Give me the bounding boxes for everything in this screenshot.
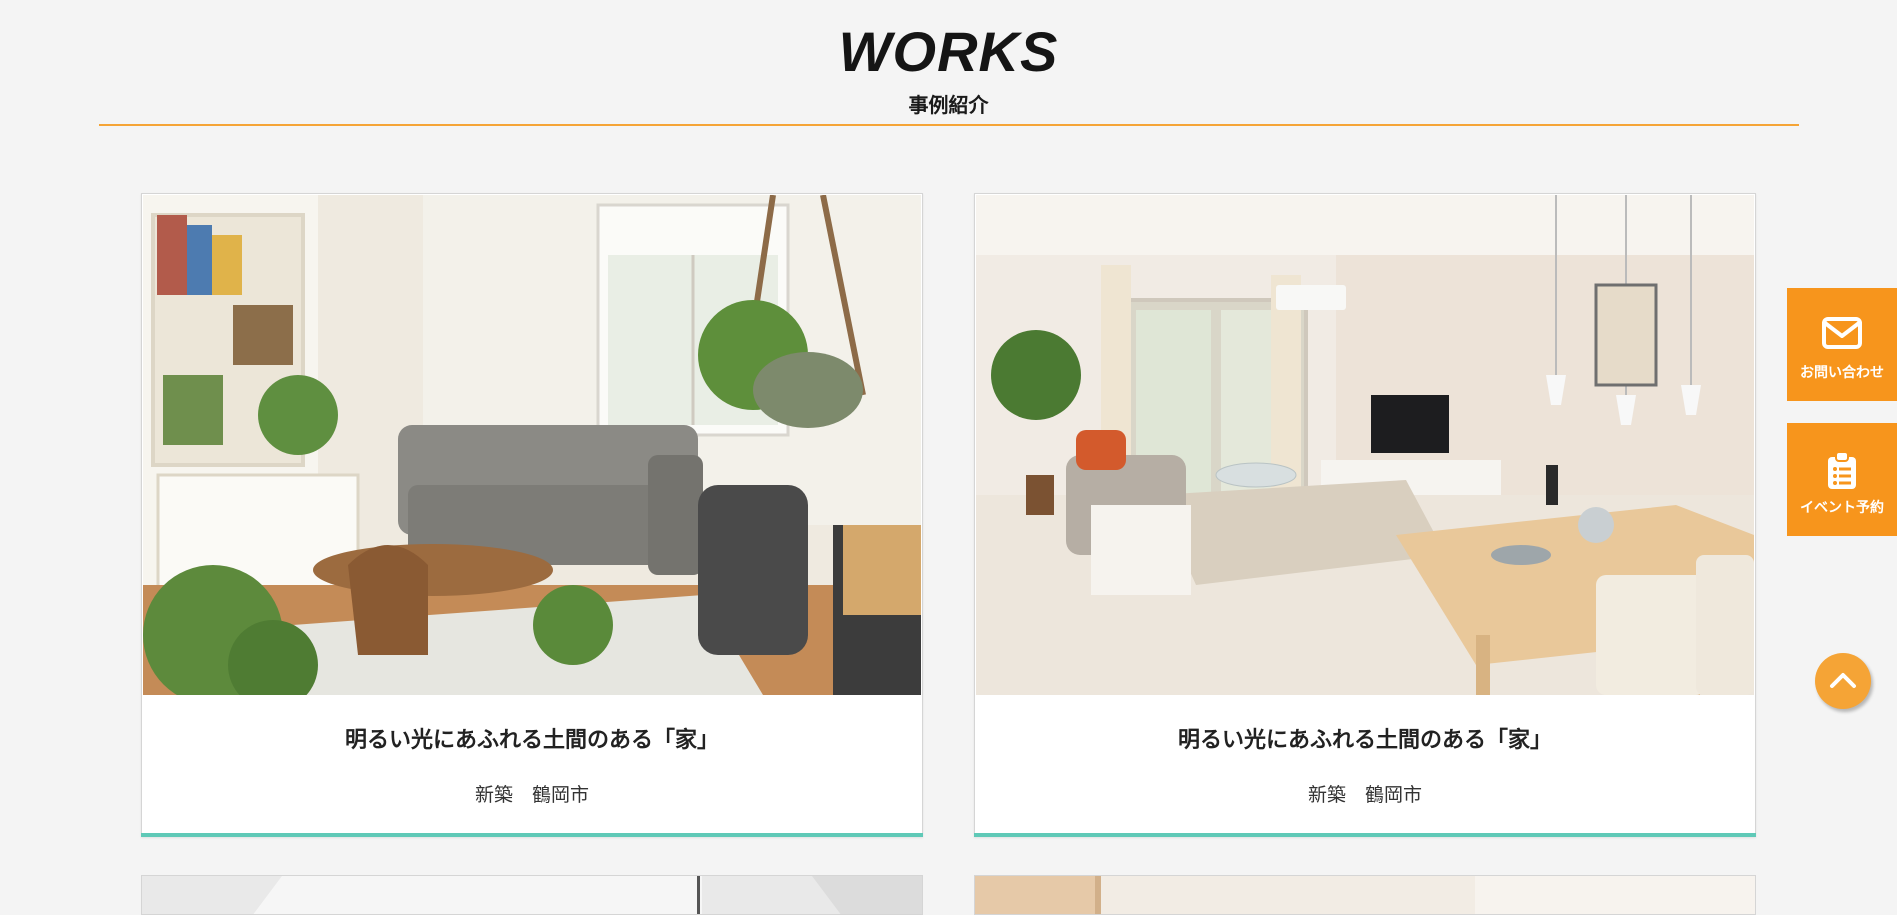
event-reservation-button[interactable]: イベント予約 [1787, 423, 1897, 536]
contact-button[interactable]: お問い合わせ [1787, 288, 1897, 401]
event-reservation-label: イベント予約 [1800, 500, 1884, 516]
work-photo-partial[interactable] [142, 876, 923, 915]
envelope-icon [1787, 316, 1897, 356]
card-underline [974, 833, 1756, 837]
work-meta: 新築 鶴岡市 [474, 784, 589, 806]
work-card[interactable]: 明るい光にあふれる土間のある「家」 新築 鶴岡市 [974, 193, 1756, 837]
card-underline [141, 833, 923, 837]
section-title: WORKS [838, 20, 1059, 83]
work-meta: 新築 鶴岡市 [1307, 784, 1422, 806]
work-photo-living-dining[interactable] [976, 195, 1754, 695]
work-photo-partial[interactable] [975, 876, 1756, 915]
clipboard-list-icon [1787, 451, 1897, 491]
back-to-top-button[interactable] [1815, 653, 1871, 709]
section-subtitle: 事例紹介 [908, 93, 989, 117]
work-card[interactable] [974, 875, 1756, 915]
work-title[interactable]: 明るい光にあふれる土間のある「家」 [975, 726, 1755, 756]
work-photo-living-room[interactable] [143, 195, 921, 695]
work-card[interactable] [141, 875, 923, 915]
work-title[interactable]: 明るい光にあふれる土間のある「家」 [142, 726, 922, 756]
header-divider [99, 124, 1799, 126]
work-card[interactable]: 明るい光にあふれる土間のある「家」 新築 鶴岡市 [141, 193, 923, 837]
contact-label: お問い合わせ [1800, 365, 1884, 381]
chevron-up-icon [1830, 673, 1856, 688]
